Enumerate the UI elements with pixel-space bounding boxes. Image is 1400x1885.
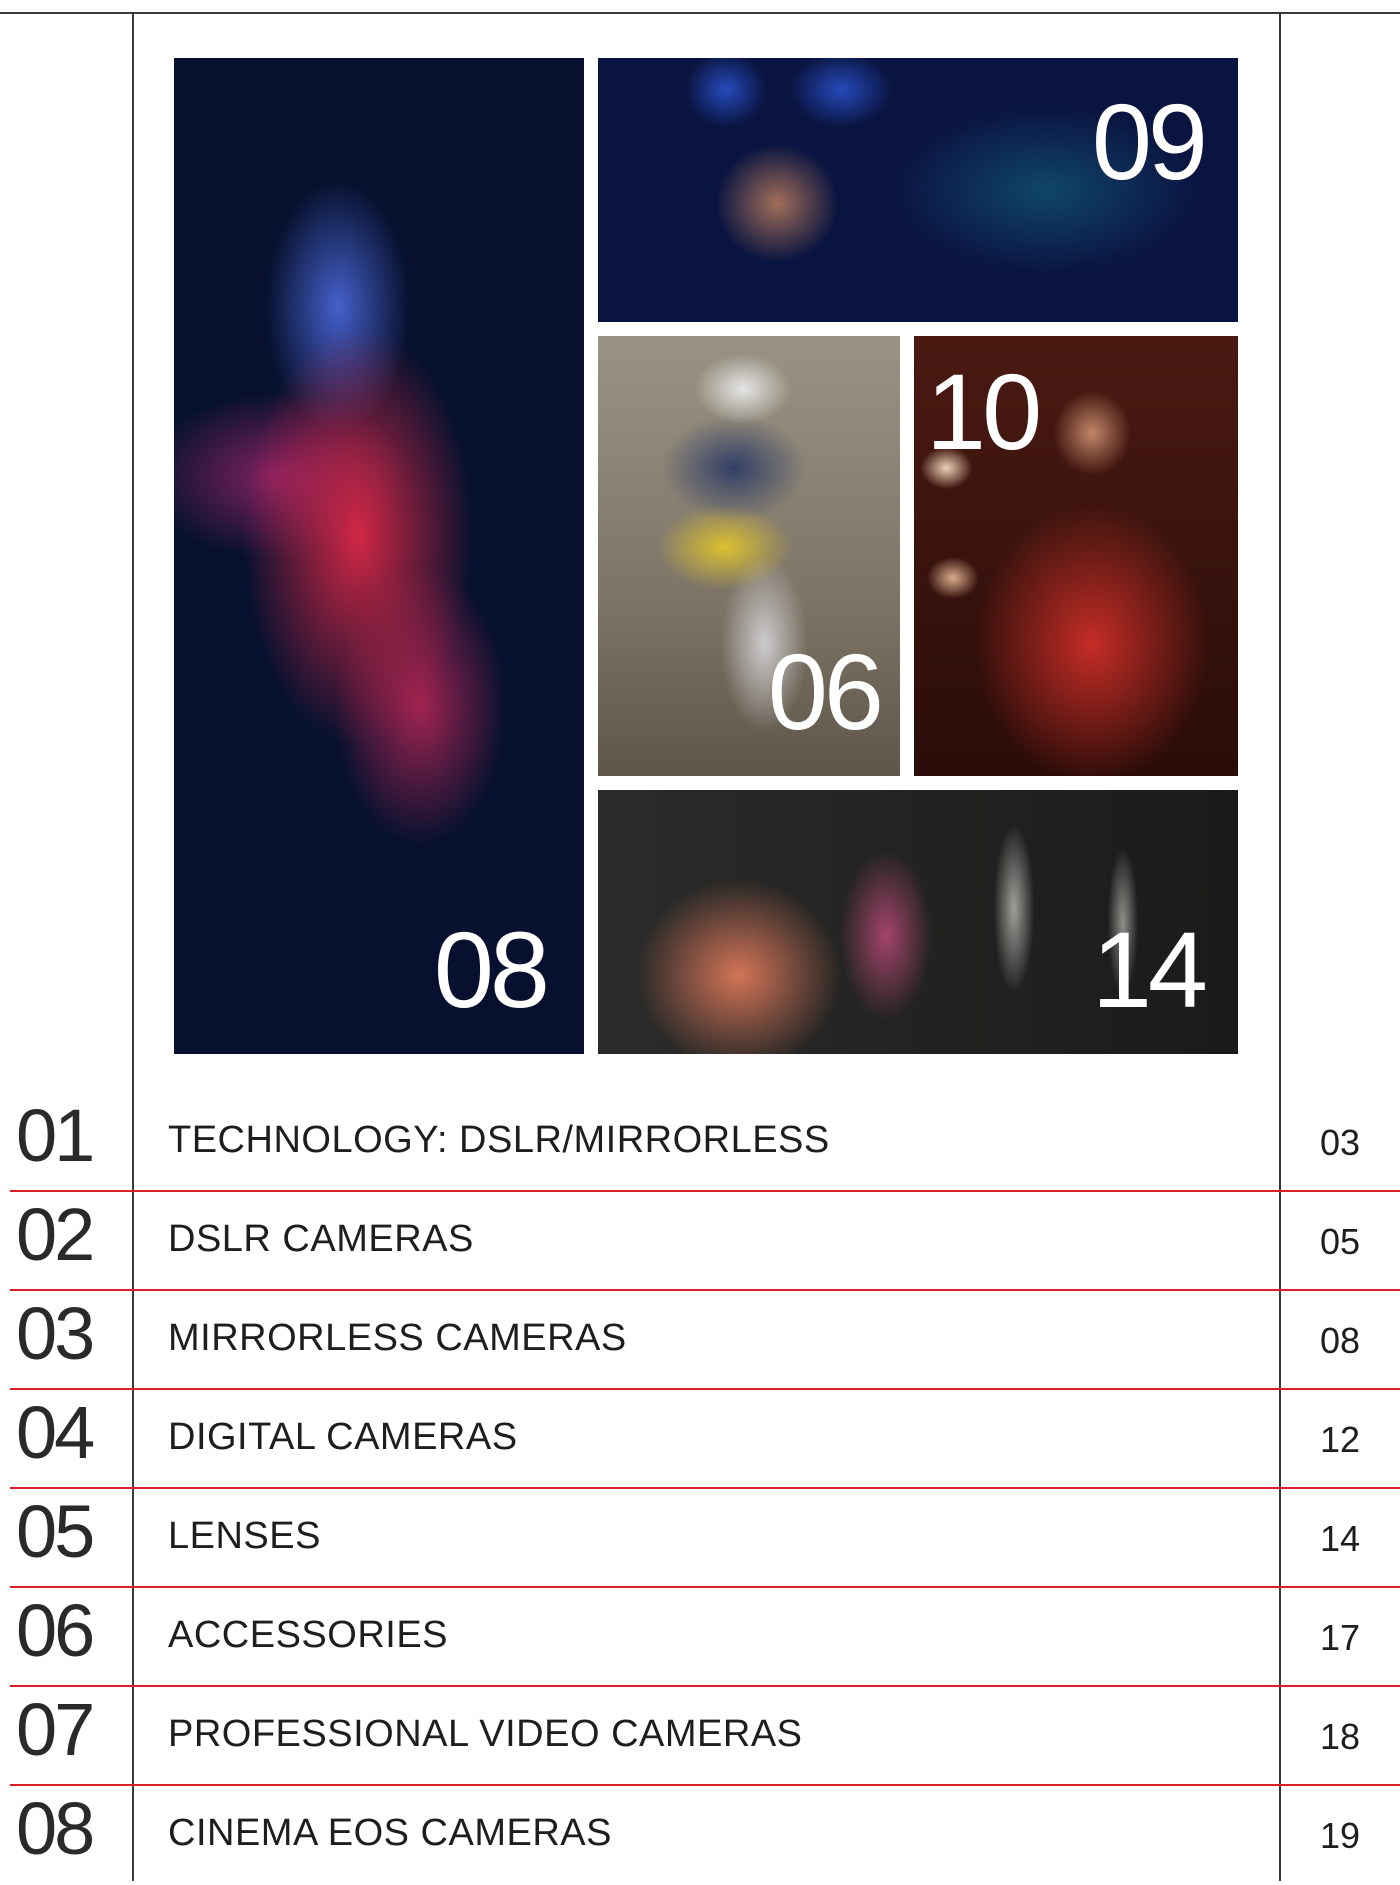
table-of-contents: 01 TECHNOLOGY: DSLR/MIRRORLESS 03 02 DSL… (0, 1093, 1400, 1885)
toc-row[interactable]: 07 PROFESSIONAL VIDEO CAMERAS 18 (0, 1687, 1400, 1786)
toc-section-title[interactable]: CINEMA EOS CAMERAS (168, 1814, 612, 1852)
toc-row[interactable]: 01 TECHNOLOGY: DSLR/MIRRORLESS 03 (0, 1093, 1400, 1192)
toc-row[interactable]: 02 DSLR CAMERAS 05 (0, 1192, 1400, 1291)
toc-page-number: 08 (1320, 1320, 1361, 1361)
toc-section-number: 03 (16, 1292, 95, 1375)
toc-page-number: 18 (1320, 1716, 1361, 1757)
toc-section-number: 01 (16, 1094, 95, 1177)
photo-page-number: 06 (767, 631, 884, 752)
photo-page-number: 08 (433, 909, 550, 1030)
photo-page-number: 09 (1091, 81, 1208, 202)
toc-section-number: 08 (16, 1787, 95, 1870)
toc-section-title[interactable]: LENSES (168, 1517, 321, 1555)
toc-section-title[interactable]: PROFESSIONAL VIDEO CAMERAS (168, 1715, 803, 1753)
toc-page-number: 05 (1320, 1221, 1361, 1262)
toc-row[interactable]: 03 MIRRORLESS CAMERAS 08 (0, 1291, 1400, 1390)
toc-row[interactable]: 08 CINEMA EOS CAMERAS 19 (0, 1786, 1400, 1885)
photo-dancer[interactable]: 08 (174, 58, 584, 1054)
toc-page-number: 14 (1320, 1518, 1361, 1559)
toc-section-number: 06 (16, 1589, 95, 1672)
toc-section-title[interactable]: DIGITAL CAMERAS (168, 1418, 518, 1456)
toc-section-title[interactable]: TECHNOLOGY: DSLR/MIRRORLESS (168, 1121, 830, 1159)
toc-section-number: 02 (16, 1193, 95, 1276)
photo-motocross[interactable]: 06 (598, 336, 900, 776)
top-rule (0, 12, 1400, 14)
photo-portrait[interactable]: 09 (598, 58, 1238, 322)
toc-row[interactable]: 04 DIGITAL CAMERAS 12 (0, 1390, 1400, 1489)
toc-section-title[interactable]: DSLR CAMERAS (168, 1220, 474, 1258)
toc-page-number: 03 (1320, 1122, 1361, 1163)
toc-section-number: 05 (16, 1490, 95, 1573)
photo-couple[interactable]: 14 (598, 790, 1238, 1054)
photo-page-number: 10 (926, 351, 1042, 472)
toc-section-number: 04 (16, 1391, 95, 1474)
toc-section-title[interactable]: MIRRORLESS CAMERAS (168, 1319, 627, 1357)
toc-section-title[interactable]: ACCESSORIES (168, 1616, 448, 1654)
toc-row[interactable]: 05 LENSES 14 (0, 1489, 1400, 1588)
toc-page-number: 12 (1320, 1419, 1361, 1460)
toc-page-number: 19 (1320, 1815, 1361, 1856)
photo-bride[interactable]: 10 (914, 336, 1238, 776)
toc-section-number: 07 (16, 1688, 95, 1771)
photo-page-number: 14 (1091, 909, 1208, 1030)
toc-row[interactable]: 06 ACCESSORIES 17 (0, 1588, 1400, 1687)
toc-page-number: 17 (1320, 1617, 1361, 1658)
